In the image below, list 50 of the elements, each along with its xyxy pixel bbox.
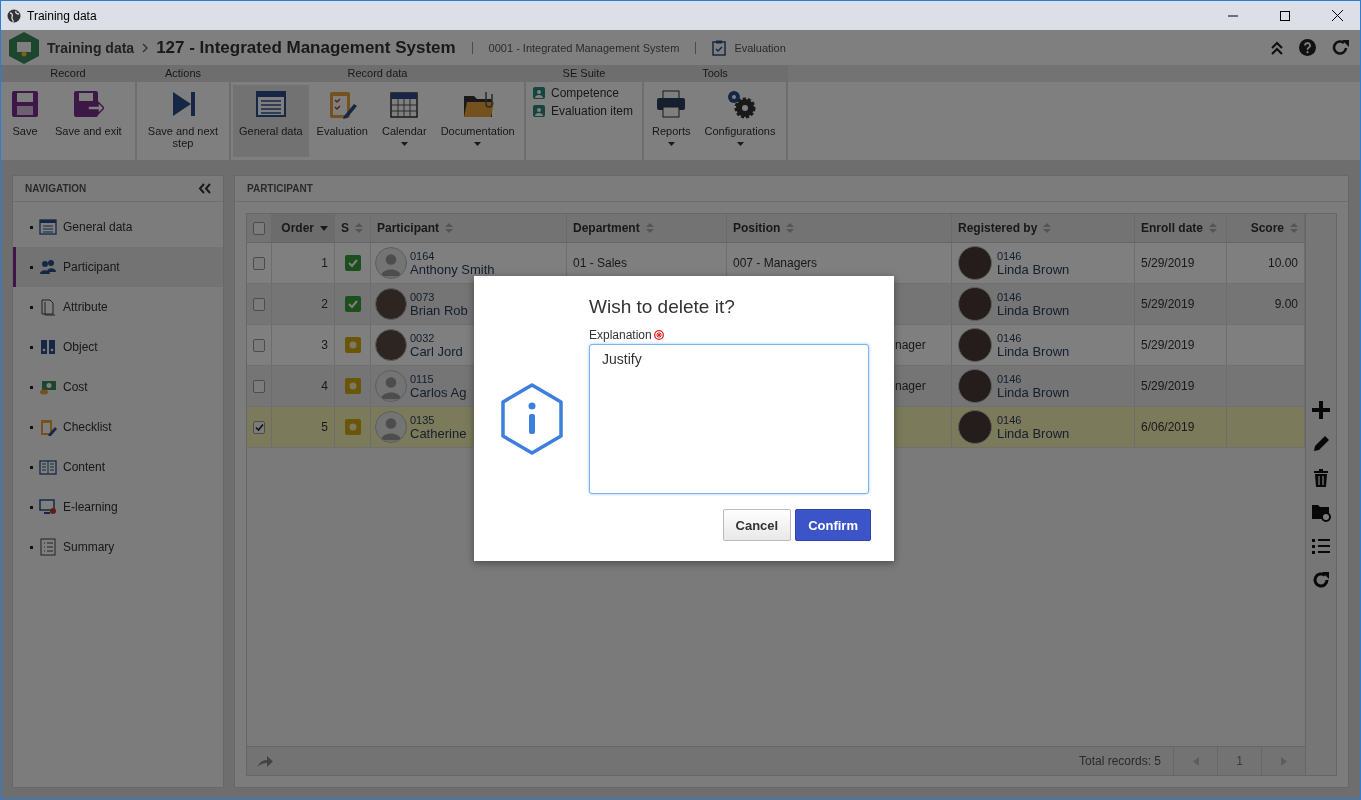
person-code: 0135	[410, 413, 436, 426]
table-cell: 5/29/2019	[1141, 379, 1195, 393]
table-cell: 01 - Sales	[573, 256, 628, 270]
person-code: 0032	[410, 331, 436, 344]
group-title: Actions	[137, 65, 229, 82]
person-code: 0146	[997, 249, 1023, 262]
group-title: SE Suite	[526, 65, 642, 82]
person-name: Linda Brown	[997, 302, 1070, 318]
person-name: Anthony Smith	[410, 261, 495, 277]
record-subtitle: 0001 - Integrated Management System	[488, 41, 680, 54]
panel-title: NAVIGATION	[25, 183, 87, 194]
total-records: Total records: 5	[1078, 754, 1162, 768]
table-cell: 5	[321, 420, 328, 434]
table-cell: 3	[321, 338, 328, 352]
record-title: 127 - Integrated Management System	[156, 37, 456, 58]
table-cell: 2	[321, 297, 328, 311]
person-name: Linda Brown	[997, 384, 1070, 400]
person-code: 0146	[997, 372, 1023, 385]
group-title: Tools	[644, 65, 786, 82]
person-name: Carlos Ag	[410, 384, 467, 400]
person-name: Brian Rob	[410, 302, 468, 318]
table-cell: nager	[895, 338, 926, 352]
person-name: Carl Jord	[410, 343, 463, 359]
table-cell: 5/29/2019	[1141, 297, 1195, 311]
group-title: Record	[1, 65, 135, 82]
person-name: Catherine	[410, 425, 467, 441]
person-name: Linda Brown	[997, 343, 1070, 359]
table-cell: 1	[321, 256, 328, 270]
person-code: 0115	[410, 372, 435, 385]
person-code: 0146	[997, 413, 1023, 426]
table-cell: 5/29/2019	[1141, 338, 1195, 352]
table-cell: 6/06/2019	[1141, 420, 1195, 434]
table-cell: 4	[321, 379, 328, 393]
table-cell: 10.00	[1267, 256, 1298, 270]
table-cell: 9.00	[1274, 297, 1298, 311]
person-name: Linda Brown	[997, 261, 1070, 277]
window-title: Training data	[27, 8, 97, 23]
panel-title: PARTICIPANT	[247, 183, 313, 194]
table-cell: nager	[895, 379, 926, 393]
person-name: Linda Brown	[997, 425, 1070, 441]
person-code: 0164	[410, 249, 436, 262]
person-code: 0146	[997, 290, 1023, 303]
dialog-title: Wish to delete it?	[589, 296, 736, 318]
table-cell: 5/29/2019	[1141, 256, 1195, 270]
field-label: Explanation	[589, 328, 652, 342]
group-title: Record data	[231, 65, 524, 82]
table-cell: 007 - Managers	[733, 256, 818, 270]
person-code: 0073	[410, 290, 436, 303]
record-status: Evaluation	[734, 41, 786, 54]
person-code: 0146	[997, 331, 1023, 344]
